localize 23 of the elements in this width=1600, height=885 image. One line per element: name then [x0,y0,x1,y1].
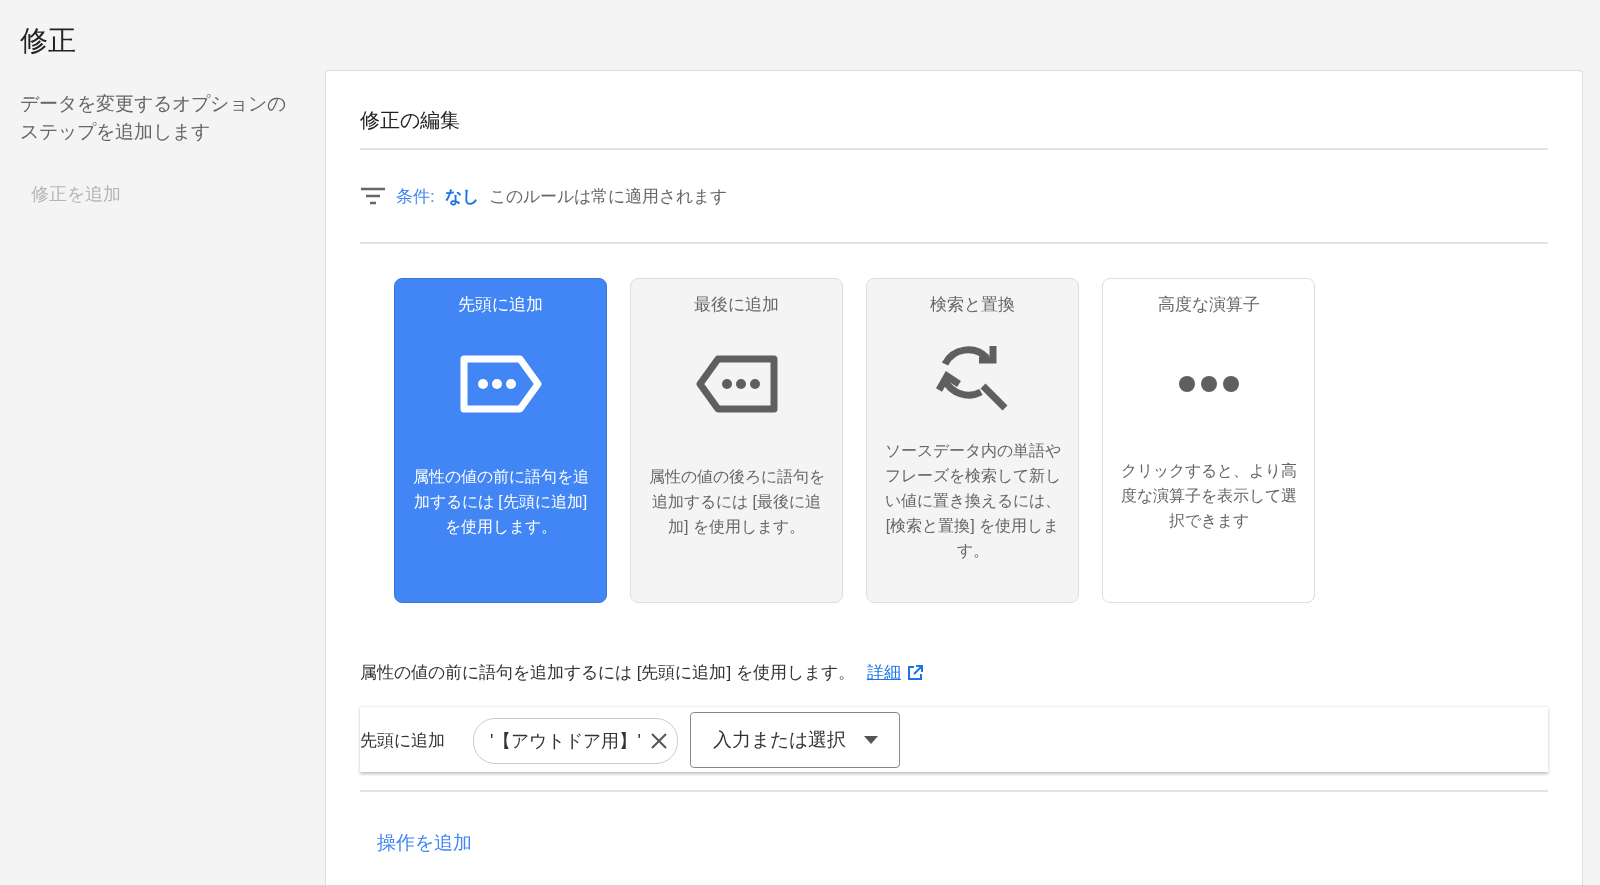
caret-icon [863,736,878,744]
details-link[interactable]: 詳細 [866,661,901,684]
step-label: 先頭に追加 [360,730,445,752]
condition-label[interactable]: 条件: [396,184,435,208]
page-title: 修正 [20,24,76,58]
chip-text: '【アウトドア用】' [490,730,641,753]
external-link-icon [906,664,923,681]
condition-value[interactable]: なし [444,184,479,208]
tag-icon [458,354,543,414]
operation-card[interactable]: 検索と置換 ソースデータ内の単語やフレーズを検索して新しい値に置き換えるには、[検索と置換] を使用します。 [866,278,1079,603]
close-icon[interactable] [650,733,667,749]
page-description: データを変更するオプションのステップを追加します [20,92,287,144]
operation-card[interactable]: 最後に追加 属性の値の後ろに語句を追加するには [最後に追加] を使用します。 [630,278,843,603]
editor-title: 修正の編集 [360,108,460,133]
operation-card[interactable]: 先頭に追加 属性の値の前に語句を追加するには [先頭に追加] を使用します。 [394,278,607,603]
tag-icon [694,354,779,414]
more-icon [1176,376,1241,392]
filter-icon [360,186,386,206]
condition-note: このルールは常に適用されます [488,185,727,208]
add-action-link[interactable]: 操作を追加 [377,830,472,856]
operation-card[interactable]: 高度な演算子 クリックすると、より高度な演算子を表示して選択できます [1102,278,1315,603]
value-select[interactable]: 入力または選択 [689,712,900,768]
help-text: 属性の値の前に語句を追加するには [先頭に追加] を使用します。 [360,662,855,684]
